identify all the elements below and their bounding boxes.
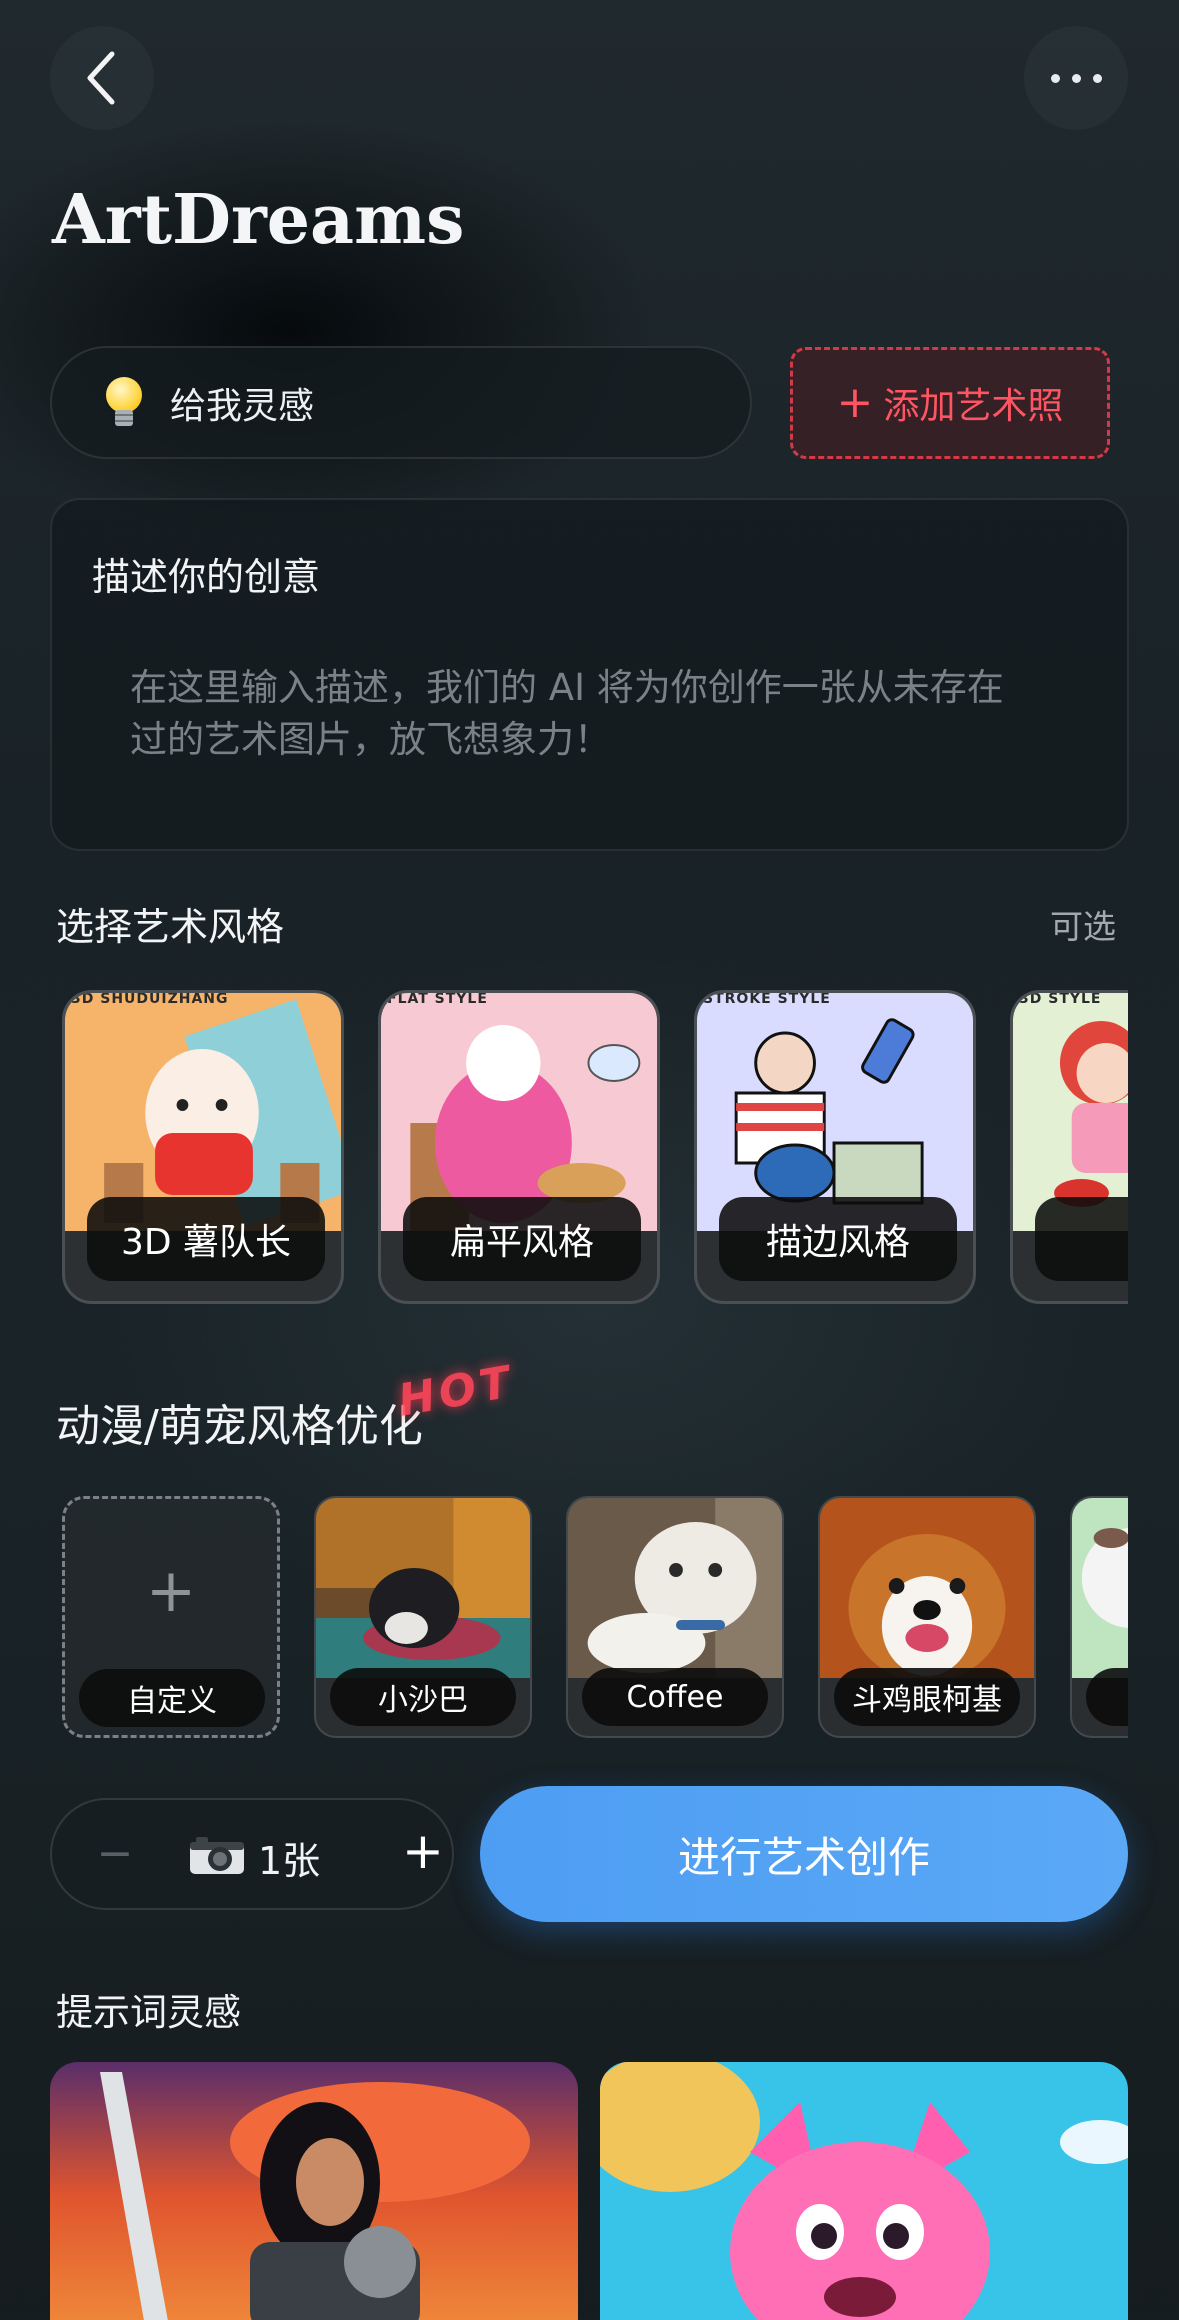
pet-label: 斗鸡眼柯基 [834, 1668, 1020, 1726]
style-label: 扁平风格 [403, 1197, 641, 1281]
plus-icon: + [836, 377, 874, 428]
style-list[interactable]: 3D SHUDUIZHANG 3D 薯队长 FLAT STYLE 扁平风格 ST… [62, 990, 1128, 1306]
pet-label: Coffee [582, 1668, 768, 1726]
decrement-button[interactable]: − [90, 1828, 140, 1879]
style-optional-label: 可选 [1050, 907, 1116, 946]
inspire-label: 给我灵感 [170, 385, 315, 427]
prompt-thumbnail [50, 2062, 578, 2320]
more-horizontal-icon [1050, 73, 1102, 83]
add-art-photo-button[interactable]: + 添加艺术照 [790, 347, 1110, 459]
create-art-button[interactable]: 进行艺术创作 [480, 1786, 1128, 1922]
prompt-section-title: 提示词灵感 [56, 1991, 241, 2034]
quantity-stepper[interactable]: − 1张 + [50, 1798, 454, 1910]
prompt-thumbnail [600, 2062, 1128, 2320]
hot-badge: HOT [394, 1356, 518, 1427]
pet-section-title: 动漫/萌宠风格优化 [56, 1401, 423, 1452]
add-art-photo-label: 添加艺术照 [883, 386, 1064, 427]
inspire-button[interactable]: 给我灵感 [50, 346, 752, 459]
lightbulb-icon [104, 376, 144, 429]
pet-style-list[interactable]: + 自定义 小沙巴 Coffee 斗鸡眼柯基 [62, 1496, 1128, 1740]
pet-thumbnail [820, 1498, 1034, 1678]
more-button[interactable] [1024, 26, 1128, 130]
prompt-card[interactable] [50, 2062, 578, 2320]
camera-icon [190, 1837, 244, 1874]
custom-pet-card[interactable]: + 自定义 [62, 1496, 280, 1738]
pet-card[interactable]: 斗鸡眼柯基 [818, 1496, 1036, 1738]
style-tag: FLAT STYLE [387, 991, 488, 1007]
pet-thumbnail [316, 1498, 530, 1678]
pet-label: 小沙巴 [330, 1668, 516, 1726]
style-card[interactable]: 3D SHUDUIZHANG 3D 薯队长 [62, 990, 344, 1304]
app-title: ArtDreams [52, 180, 465, 260]
style-card[interactable]: 3D STYLE 3D [1010, 990, 1128, 1304]
style-tag: STROKE STYLE [703, 991, 831, 1007]
style-label: 3D 薯队长 [87, 1197, 325, 1281]
style-thumbnail [697, 993, 973, 1231]
style-thumbnail [381, 993, 657, 1231]
back-button[interactable] [50, 26, 154, 130]
description-card[interactable]: 描述你的创意 在这里输入描述，我们的 AI 将为你创作一张从未存在过的艺术图片，… [50, 498, 1129, 851]
style-card[interactable]: FLAT STYLE 扁平风格 [378, 990, 660, 1304]
plus-icon: + [145, 1556, 197, 1626]
style-card[interactable]: STROKE STYLE 描边风格 [694, 990, 976, 1304]
pet-card[interactable]: 小沙巴 [314, 1496, 532, 1738]
prompt-card[interactable] [600, 2062, 1128, 2320]
style-label: 3D [1035, 1197, 1128, 1281]
style-thumbnail [1013, 993, 1128, 1231]
image-count: 1张 [258, 1839, 321, 1883]
increment-button[interactable]: + [402, 1822, 444, 1880]
style-label: 描边风格 [719, 1197, 957, 1281]
pet-thumbnail [568, 1498, 782, 1678]
pet-label: 自定义 [79, 1669, 265, 1727]
pet-thumbnail [1072, 1498, 1128, 1678]
style-tag: 3D STYLE [1019, 991, 1102, 1007]
style-tag: 3D SHUDUIZHANG [71, 991, 229, 1007]
description-title: 描述你的创意 [92, 555, 321, 599]
chevron-left-icon [87, 51, 115, 105]
pet-card[interactable] [1070, 1496, 1128, 1738]
pet-card[interactable]: Coffee [566, 1496, 784, 1738]
style-thumbnail [65, 993, 341, 1231]
style-section-title: 选择艺术风格 [56, 905, 285, 949]
description-input[interactable]: 在这里输入描述，我们的 AI 将为你创作一张从未存在过的艺术图片，放飞想象力！ [130, 662, 1010, 766]
